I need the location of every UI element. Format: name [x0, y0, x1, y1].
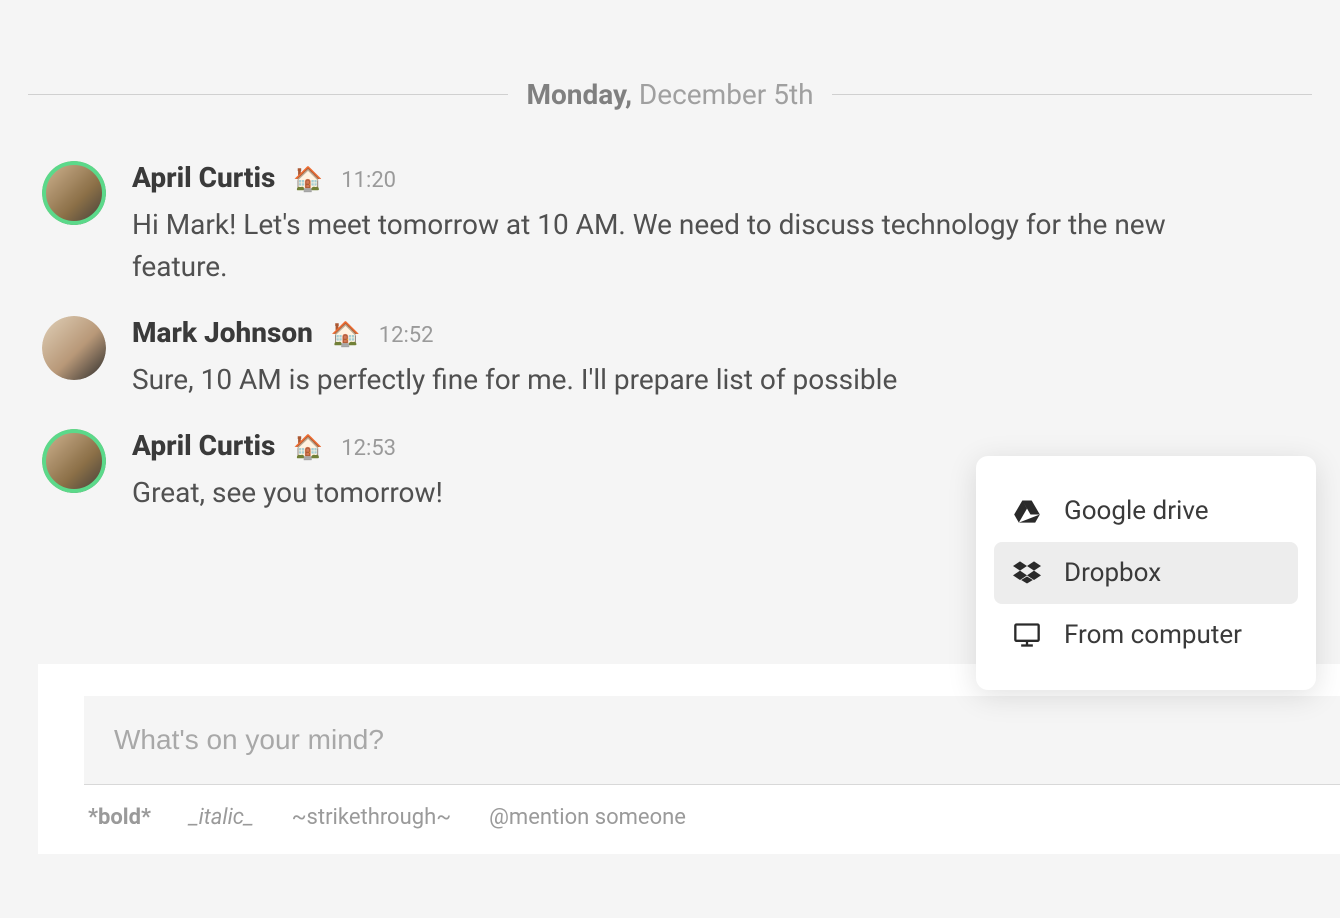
message-text: Hi Mark! Let's meet tomorrow at 10 AM. W… [132, 204, 1212, 288]
computer-icon [1012, 620, 1042, 650]
message-author[interactable]: April Curtis [132, 429, 275, 462]
status-emoji-icon: 🏠 [293, 433, 323, 461]
avatar[interactable] [42, 161, 106, 225]
message-body: April Curtis 🏠 11:20 Hi Mark! Let's meet… [132, 161, 1298, 288]
divider-line-left [28, 94, 508, 95]
divider-line-right [832, 94, 1312, 95]
date-day-of-week: Monday, [526, 78, 632, 111]
attach-menu-item-label: From computer [1064, 620, 1242, 650]
hint-mention: @mention someone [489, 805, 686, 830]
composer-input[interactable] [114, 724, 1310, 756]
date-divider: Monday, December 5th [0, 78, 1340, 111]
message-text: Sure, 10 AM is perfectly fine for me. I'… [132, 359, 1212, 401]
dropbox-icon [1012, 558, 1042, 588]
message-header: April Curtis 🏠 11:20 [132, 161, 1298, 194]
avatar[interactable] [42, 316, 106, 380]
hint-bold: *bold* [88, 805, 151, 830]
date-rest: December 5th [632, 78, 814, 111]
avatar-image [42, 161, 106, 225]
attach-menu-item-label: Google drive [1064, 496, 1209, 526]
message-author[interactable]: Mark Johnson [132, 316, 313, 349]
status-emoji-icon: 🏠 [293, 165, 323, 193]
attach-menu-google-drive[interactable]: Google drive [994, 480, 1298, 542]
attach-menu-from-computer[interactable]: From computer [994, 604, 1298, 666]
attach-menu: Google drive Dropbox From computer [976, 456, 1316, 690]
message-item: April Curtis 🏠 11:20 Hi Mark! Let's meet… [42, 161, 1298, 288]
message-time: 12:53 [341, 436, 396, 461]
google-drive-icon [1012, 496, 1042, 526]
date-divider-text: Monday, December 5th [508, 78, 831, 111]
avatar-image [42, 429, 106, 493]
message-composer: *bold* _italic_ ~strikethrough~ @mention… [38, 664, 1340, 854]
hint-italic: _italic_ [189, 805, 254, 830]
composer-input-wrap [84, 696, 1340, 785]
message-body: Mark Johnson 🏠 12:52 Sure, 10 AM is perf… [132, 316, 1298, 401]
message-time: 12:52 [379, 323, 434, 348]
attach-menu-item-label: Dropbox [1064, 558, 1161, 588]
message-item: Mark Johnson 🏠 12:52 Sure, 10 AM is perf… [42, 316, 1298, 401]
message-author[interactable]: April Curtis [132, 161, 275, 194]
status-emoji-icon: 🏠 [331, 320, 361, 348]
message-list: April Curtis 🏠 11:20 Hi Mark! Let's meet… [0, 111, 1340, 514]
avatar[interactable] [42, 429, 106, 493]
attach-menu-dropbox[interactable]: Dropbox [994, 542, 1298, 604]
hint-strikethrough: ~strikethrough~ [292, 805, 452, 830]
message-time: 11:20 [341, 168, 396, 193]
message-header: Mark Johnson 🏠 12:52 [132, 316, 1298, 349]
composer-format-hints: *bold* _italic_ ~strikethrough~ @mention… [66, 785, 1340, 830]
avatar-image [42, 316, 106, 380]
